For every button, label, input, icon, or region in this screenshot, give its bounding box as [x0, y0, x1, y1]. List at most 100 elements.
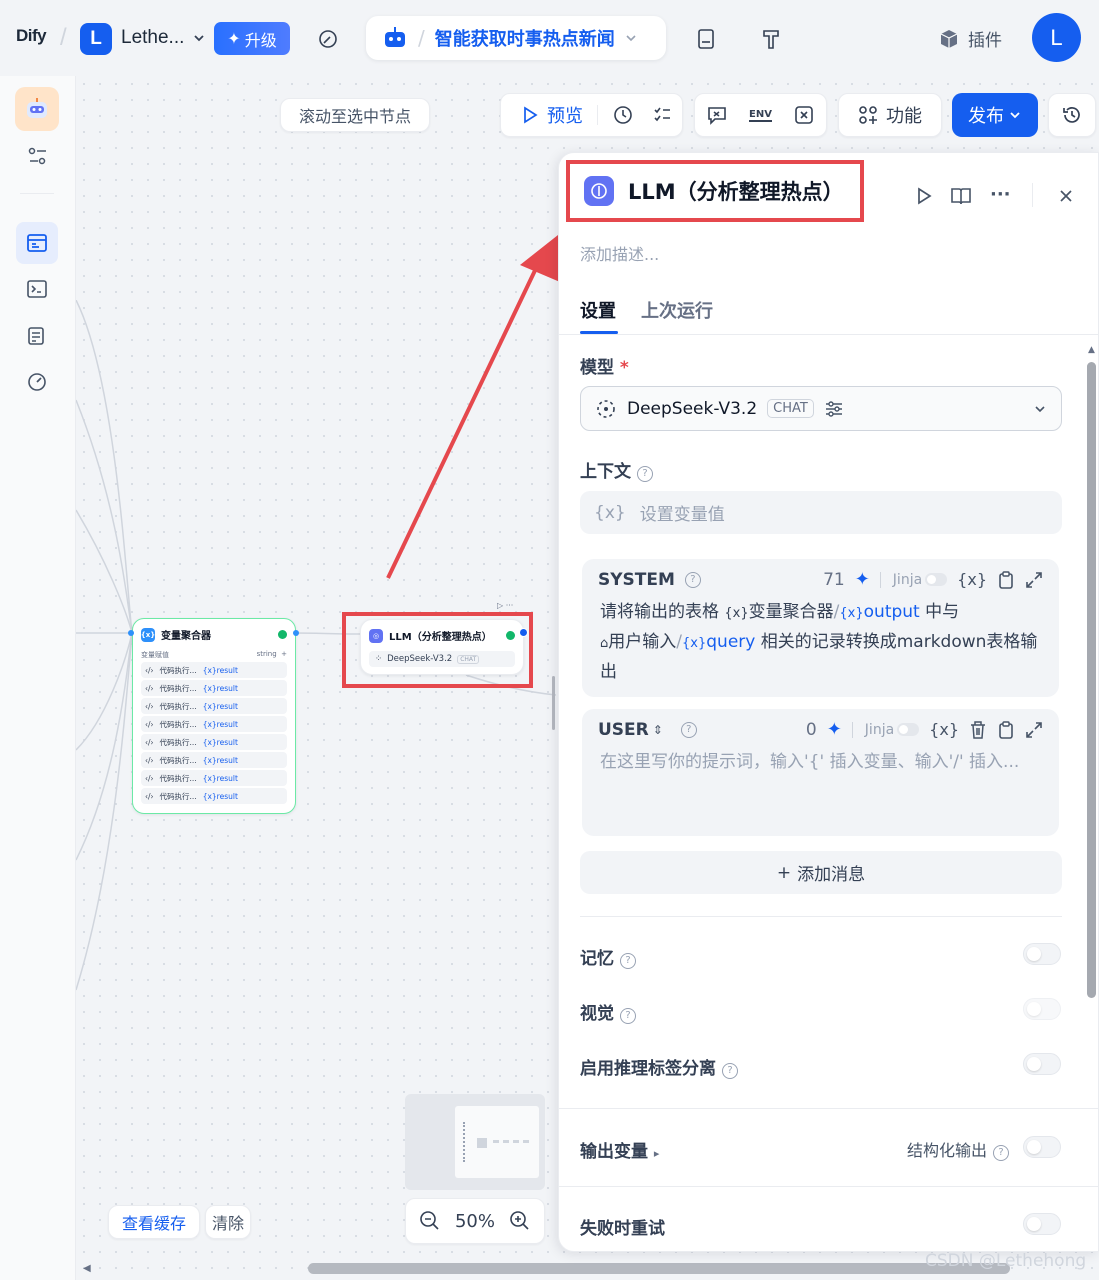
- conversation-vars-icon[interactable]: [706, 104, 728, 126]
- current-app-selector[interactable]: / 智能获取时事热点新闻: [366, 16, 666, 60]
- memory-toggle[interactable]: [1023, 943, 1061, 965]
- structured-output-toggle[interactable]: [1023, 1136, 1061, 1158]
- clear-cache-button[interactable]: 清除: [205, 1205, 251, 1239]
- workspace-avatar[interactable]: L: [80, 23, 112, 55]
- scroll-left-arrow[interactable]: ◀: [83, 1263, 91, 1274]
- source-node: 代码执行...: [159, 755, 197, 765]
- jinja-toggle[interactable]: Jinja: [851, 721, 920, 738]
- chevron-down-icon: [1010, 112, 1020, 119]
- version-history-button[interactable]: [1048, 93, 1096, 137]
- jinja-toggle[interactable]: Jinja: [879, 571, 948, 588]
- zoom-out-icon[interactable]: [419, 1210, 441, 1232]
- output-handle[interactable]: [293, 630, 299, 636]
- scroll-to-selected-button[interactable]: 滚动至选中节点: [280, 98, 430, 132]
- more-options-icon[interactable]: ···: [990, 184, 1011, 205]
- help-icon[interactable]: ?: [637, 466, 653, 482]
- variable-icon: {x}: [141, 627, 155, 642]
- run-history-icon[interactable]: [612, 104, 634, 126]
- jinja-switch[interactable]: [925, 573, 948, 586]
- jinja-switch[interactable]: [897, 723, 920, 736]
- ai-generate-icon[interactable]: ✦: [827, 719, 842, 740]
- sidebar-item-orchestrate[interactable]: [16, 222, 58, 264]
- sidebar-item-logs[interactable]: [16, 315, 58, 357]
- upgrade-button[interactable]: ✦ 升级: [214, 22, 290, 55]
- add-next-node-handle[interactable]: [519, 628, 528, 637]
- delete-icon[interactable]: [969, 720, 987, 740]
- horizontal-scrollbar[interactable]: [308, 1263, 1010, 1274]
- checklist-icon[interactable]: [652, 105, 672, 125]
- help-icon[interactable]: ?: [993, 1145, 1010, 1161]
- settings-sliders-icon[interactable]: [27, 146, 49, 166]
- help-icon[interactable]: ?: [722, 1063, 738, 1079]
- insert-variable-icon[interactable]: {x}: [929, 720, 959, 739]
- zoom-level[interactable]: 50%: [455, 1211, 495, 1232]
- node-actions[interactable]: ▷ ···: [497, 601, 513, 610]
- expand-icon[interactable]: [1025, 721, 1043, 739]
- llm-node[interactable]: ◎ LLM（分析整理热点） ⁘ DeepSeek-V3.2 CHAT: [360, 619, 524, 675]
- dify-logo[interactable]: Dify: [16, 26, 47, 46]
- context-variable-input[interactable]: {x} 设置变量值: [580, 491, 1062, 534]
- ai-generate-icon[interactable]: ✦: [855, 569, 870, 590]
- zoom-in-icon[interactable]: [509, 1210, 531, 1232]
- node-title: LLM（分析整理热点）: [389, 632, 492, 643]
- user-role-label[interactable]: USER: [598, 720, 649, 740]
- add-message-button[interactable]: + 添加消息: [580, 851, 1062, 894]
- token-count: 0: [805, 719, 817, 740]
- view-cache-button[interactable]: 查看缓存: [108, 1205, 200, 1239]
- system-prompt-box[interactable]: SYSTEM ? 71 ✦ Jinja {x} 请将输出的表格 {x}变量聚合器…: [582, 559, 1059, 697]
- plugins-button[interactable]: 插件: [938, 26, 1002, 51]
- model-params-icon[interactable]: [824, 400, 844, 418]
- help-icon[interactable]: ?: [680, 721, 697, 738]
- panel-title[interactable]: LLM（分析整理热点）: [628, 176, 844, 206]
- run-node-icon[interactable]: [914, 186, 934, 206]
- explore-icon[interactable]: [316, 27, 340, 51]
- reasoning-toggle[interactable]: [1023, 1053, 1061, 1075]
- logs-icon[interactable]: [694, 27, 718, 51]
- scroll-up-arrow[interactable]: ▲: [1088, 345, 1095, 355]
- help-icon[interactable]: ?: [620, 953, 636, 969]
- minimap[interactable]: [405, 1094, 545, 1190]
- variable-name: {x}result: [202, 737, 238, 747]
- sidebar-item-api[interactable]: [16, 268, 58, 310]
- user-avatar[interactable]: L: [1032, 13, 1081, 62]
- global-vars-icon[interactable]: [793, 104, 815, 126]
- help-icon[interactable]: ?: [684, 571, 701, 588]
- hammer-icon[interactable]: [759, 27, 783, 51]
- publish-button[interactable]: 发布: [952, 93, 1038, 137]
- input-handle[interactable]: [128, 630, 134, 636]
- tab-last-run[interactable]: 上次运行: [641, 297, 713, 323]
- expand-icon[interactable]: [1025, 571, 1043, 589]
- user-prompt-box[interactable]: USER ⇕ ? 0 ✦ Jinja {x} 在这里写你的提示词，输入'{' 插…: [582, 709, 1059, 836]
- system-role-label: SYSTEM: [598, 569, 675, 590]
- vision-toggle[interactable]: [1023, 998, 1061, 1020]
- system-prompt-text[interactable]: 请将输出的表格 {x}变量聚合器/{x}output 中与 ⌂用户输入/{x}q…: [582, 590, 1059, 695]
- output-vars-row[interactable]: 输出变量 ▸: [580, 1137, 659, 1162]
- env-vars-button[interactable]: ENV: [749, 109, 772, 122]
- copy-icon[interactable]: [997, 570, 1015, 590]
- chevron-down-icon[interactable]: [192, 31, 206, 45]
- zoom-controls: 50%: [405, 1198, 545, 1244]
- chat-badge: CHAT: [457, 654, 480, 664]
- app-icon[interactable]: [15, 87, 59, 131]
- book-icon[interactable]: [950, 186, 972, 206]
- role-switch-icon[interactable]: ⇕: [653, 723, 663, 737]
- insert-variable-icon[interactable]: {x}: [957, 570, 987, 589]
- user-prompt-input[interactable]: 在这里写你的提示词，输入'{' 插入变量、输入'/' 插入...: [582, 740, 1059, 785]
- help-icon[interactable]: ?: [620, 1008, 636, 1024]
- workspace-name[interactable]: Lethe...: [121, 27, 184, 49]
- model-provider-icon: [597, 399, 615, 418]
- variable-aggregator-node[interactable]: {x} 变量聚合器 变量赋值 string + ‹/› 代码执行... {x}resu…: [132, 618, 296, 814]
- retry-toggle[interactable]: [1023, 1213, 1061, 1235]
- tab-settings[interactable]: 设置: [580, 297, 616, 323]
- panel-vertical-scrollbar[interactable]: [1087, 362, 1096, 998]
- description-input[interactable]: 添加描述...: [580, 241, 659, 265]
- features-button[interactable]: 功能: [838, 93, 942, 137]
- deepseek-icon: ⁘: [375, 654, 383, 664]
- close-icon[interactable]: [1058, 188, 1074, 204]
- preview-button[interactable]: 预览: [547, 102, 583, 128]
- copy-icon[interactable]: [997, 720, 1015, 740]
- play-icon[interactable]: [521, 106, 539, 124]
- sidebar-item-monitoring[interactable]: [16, 361, 58, 403]
- model-selector[interactable]: DeepSeek-V3.2 CHAT: [580, 386, 1062, 431]
- panel-resize-handle[interactable]: [552, 676, 555, 730]
